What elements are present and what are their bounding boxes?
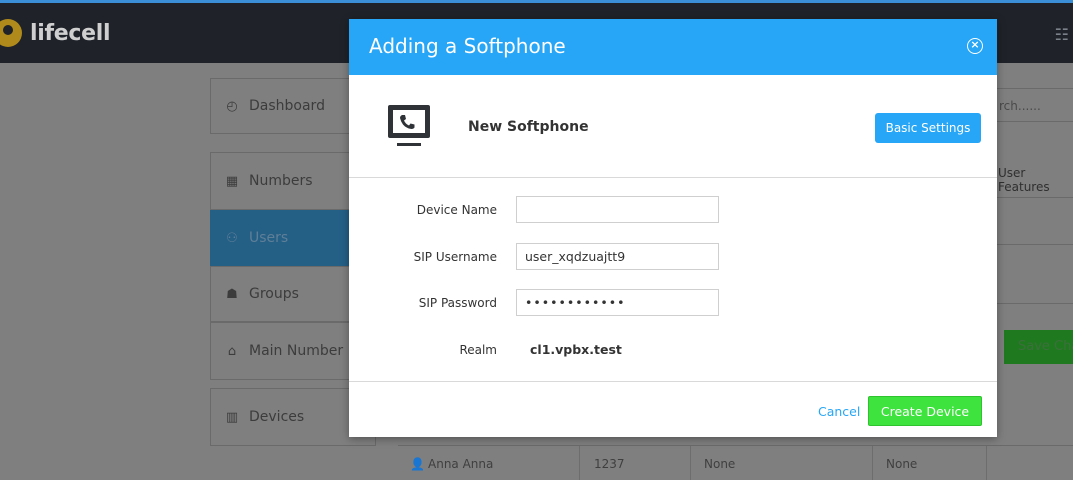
home-icon: ⌂	[227, 343, 237, 359]
sip-username-field[interactable]	[516, 243, 719, 270]
softphone-monitor-icon	[388, 105, 430, 146]
devices-icon: ▥	[225, 409, 239, 425]
user-extension: 1237	[594, 457, 625, 471]
lifecell-logo-icon	[0, 19, 22, 47]
sidebar-item-label: Users	[249, 230, 289, 246]
realm-label: Realm	[459, 343, 497, 357]
user-name: Anna Anna	[428, 457, 494, 471]
sidebar-item-label: Dashboard	[249, 98, 325, 114]
sidebar-item-label: Main Number	[249, 343, 344, 359]
device-name-label: Device Name	[416, 203, 497, 217]
user-avatar-icon: 👤	[410, 457, 425, 471]
menu-tree-icon[interactable]: ☷	[1055, 25, 1069, 44]
device-title: New Softphone	[468, 119, 589, 135]
device-summary: New Softphone Basic Settings	[349, 75, 997, 178]
dashboard-icon: ◴	[226, 98, 238, 114]
cell-divider	[579, 446, 580, 480]
sip-username-label: SIP Username	[413, 250, 497, 264]
users-icon: ⚇	[226, 230, 238, 246]
basic-settings-button[interactable]: Basic Settings	[875, 113, 981, 143]
close-icon[interactable]: ×	[967, 38, 983, 54]
cell-value: None	[886, 457, 918, 471]
groups-icon: ☗	[226, 286, 238, 302]
dialog-footer: Cancel Create Device	[349, 381, 997, 438]
create-device-button[interactable]: Create Device	[868, 396, 982, 426]
sip-password-field[interactable]	[516, 289, 719, 316]
cell-value: None	[704, 457, 736, 471]
save-changes-button[interactable]: Save Cha	[1004, 330, 1073, 364]
cell-divider	[872, 446, 873, 480]
search-input[interactable]: rch......	[990, 88, 1073, 122]
brand-logo[interactable]: lifecell	[0, 13, 111, 53]
sidebar-item-label: Numbers	[249, 173, 313, 189]
cell-divider	[690, 446, 691, 480]
sip-password-label: SIP Password	[418, 296, 497, 310]
dialog-title: Adding a Softphone	[369, 34, 566, 58]
brand-name: lifecell	[30, 20, 111, 46]
grid-icon: ▦	[225, 173, 239, 189]
device-name-field[interactable]	[516, 196, 719, 223]
tab-user-features[interactable]: User Features	[998, 166, 1073, 194]
realm-value: cl1.vpbx.test	[530, 342, 622, 357]
table-row[interactable]: 👤 Anna Anna 1237 None None	[398, 445, 1073, 480]
add-softphone-dialog: Adding a Softphone × New Softphone Basic…	[349, 19, 997, 437]
cell-divider	[986, 446, 987, 480]
dialog-header: Adding a Softphone ×	[349, 19, 997, 75]
cancel-button[interactable]: Cancel	[818, 404, 860, 419]
sidebar-item-label: Devices	[249, 409, 305, 425]
sidebar-item-label: Groups	[249, 286, 299, 302]
